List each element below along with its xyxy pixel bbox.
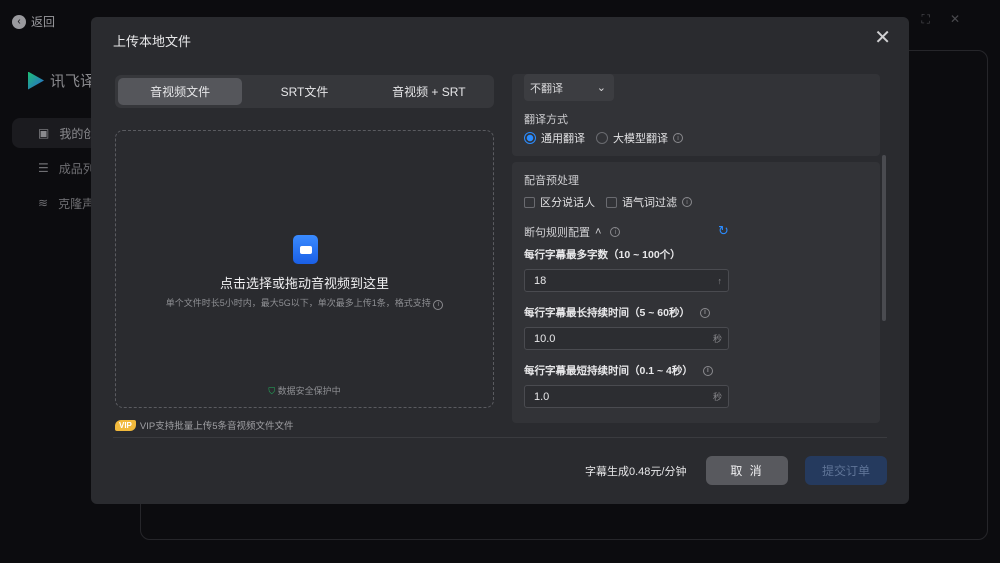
rules-toggle[interactable]: 断句规则配置 ˄ i [524, 224, 621, 240]
info-icon[interactable]: i [673, 133, 683, 143]
chevron-left-icon: ‹ [12, 14, 26, 29]
translate-language-select[interactable]: 不翻译 ⌄ [524, 74, 614, 101]
tab-av-srt[interactable]: 音视频 + SRT [367, 78, 491, 105]
chevron-up-icon: ˄ [595, 226, 602, 238]
radio-llm-translate[interactable] [596, 132, 608, 144]
close-icon[interactable]: ✕ [874, 25, 891, 50]
cancel-button[interactable]: 取 消 [706, 456, 788, 485]
max-duration-label: 每行字幕最长持续时间（5 ~ 60秒） i [524, 305, 710, 320]
max-duration-input[interactable]: 10.0 秒 [524, 327, 729, 350]
preprocess-label: 配音预处理 [524, 175, 579, 187]
stepper-up-icon[interactable]: ↑ [718, 276, 723, 286]
submit-order-button[interactable]: 提交订单 [805, 456, 887, 485]
info-icon[interactable]: i [702, 365, 713, 376]
security-note: ⛉ 数据安全保护中 [268, 386, 341, 396]
preprocess-section: 配音预处理 区分说话人 语气词过滤 i 断句规则配置 ˄ i ↻ 每行字幕最多字数（… [512, 162, 880, 423]
back-button[interactable]: ‹ 返回 [12, 13, 55, 30]
divider [113, 437, 887, 438]
reset-icon[interactable]: ↻ [718, 223, 729, 239]
upload-tabs: 音视频文件 SRT文件 音视频 + SRT [115, 75, 494, 108]
upload-dialog: 上传本地文件 ✕ 音视频文件 SRT文件 音视频 + SRT 点击选择或拖动音视… [91, 17, 909, 504]
vip-note: VIP VIP支持批量上传5条音视频文件文件 [115, 418, 294, 432]
checkbox-speaker-diarization[interactable] [524, 196, 535, 208]
fullscreen-icon[interactable]: ⛶ [922, 12, 930, 27]
info-icon[interactable]: i [433, 299, 444, 310]
translate-method-label: 翻译方式 [524, 114, 568, 126]
radio-general-translate[interactable] [524, 132, 536, 144]
list-icon: ☰ [38, 161, 49, 175]
tab-av-file[interactable]: 音视频文件 [118, 78, 243, 105]
close-window-icon[interactable]: ✕ [950, 12, 960, 27]
scrollbar[interactable] [882, 155, 886, 321]
dropzone-hint: 单个文件时长5小时内，最大5G以下，单次最多上传1条，格式支持 i [116, 296, 493, 310]
min-duration-label: 每行字幕最短持续时间（0.1 ~ 4秒） i [524, 363, 713, 378]
shield-icon: ⛉ [268, 386, 276, 396]
chevron-down-icon: ⌄ [596, 82, 606, 94]
tab-srt-file[interactable]: SRT文件 [242, 78, 366, 105]
translate-section: 不翻译 ⌄ 翻译方式 通用翻译 大模型翻译 i [512, 74, 880, 156]
max-chars-input[interactable]: 18 ↑ [524, 269, 729, 292]
folder-icon: ▣ [38, 126, 50, 140]
video-file-icon [293, 235, 318, 264]
min-duration-input[interactable]: 1.0 秒 [524, 385, 729, 408]
info-icon[interactable]: i [610, 227, 621, 237]
waveform-icon: ≋ [38, 196, 49, 210]
vip-badge: VIP [115, 419, 136, 431]
window-controls: ⛶ ✕ [922, 12, 960, 27]
info-icon[interactable]: i [700, 307, 710, 318]
max-chars-label: 每行字幕最多字数（10 ~ 100个） [524, 249, 681, 261]
dialog-title: 上传本地文件 [113, 34, 192, 49]
info-icon[interactable]: i [682, 197, 692, 207]
dropzone-title: 点击选择或拖动音视频到这里 [219, 276, 389, 291]
price-text: 字幕生成0.48元/分钟 [585, 466, 687, 478]
checkbox-filler-filter[interactable] [606, 196, 617, 208]
logo-icon [28, 71, 44, 90]
file-dropzone[interactable]: 点击选择或拖动音视频到这里 单个文件时长5小时内，最大5G以下，单次最多上传1条… [115, 130, 494, 408]
app-logo: 讯飞译 [28, 70, 95, 91]
